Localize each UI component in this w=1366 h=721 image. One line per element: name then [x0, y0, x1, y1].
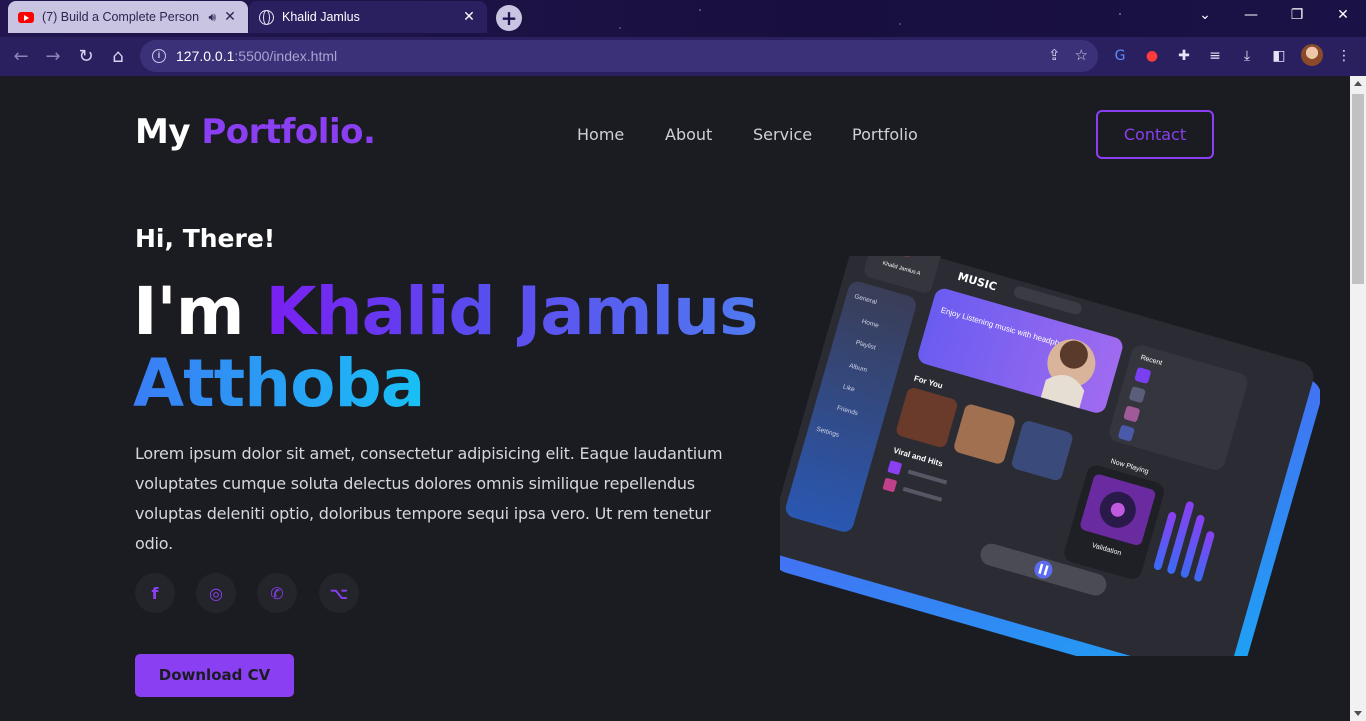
menu-kebab-icon[interactable]: ⋮: [1334, 46, 1354, 66]
nav-portfolio[interactable]: Portfolio: [852, 125, 918, 144]
hero-greeting: Hi, There!: [135, 224, 276, 253]
github-icon[interactable]: ⌥: [319, 573, 359, 613]
tab-search-icon[interactable]: ⌄: [1182, 0, 1228, 30]
speaker-icon[interactable]: 🔊︎: [208, 10, 216, 25]
media-queue-icon[interactable]: ≡: [1205, 46, 1225, 66]
new-tab-button[interactable]: +: [496, 5, 522, 31]
browser-tab-strip: (7) Build a Complete Person 🔊︎ ✕ Khalid …: [0, 0, 1366, 37]
url-host: 127.0.0.1: [176, 48, 235, 64]
logo-main-text: My: [135, 112, 191, 152]
minimize-button[interactable]: —: [1228, 0, 1274, 30]
back-icon[interactable]: ←: [8, 44, 34, 70]
browser-toolbar: ← → ↻ ⌂ i 127.0.0.1:5500/index.html ⇪ ☆ …: [0, 37, 1366, 76]
scrollbar-thumb[interactable]: [1352, 94, 1364, 284]
logo-accent-text: Portfolio.: [201, 112, 376, 152]
contact-button[interactable]: Contact: [1096, 110, 1214, 159]
nav-service[interactable]: Service: [753, 125, 812, 144]
nav-home[interactable]: Home: [577, 125, 624, 144]
page-scrollbar[interactable]: [1350, 76, 1366, 721]
close-tab-icon[interactable]: ✕: [222, 9, 238, 25]
record-extension-icon[interactable]: ●: [1142, 46, 1162, 66]
nav-about[interactable]: About: [665, 125, 712, 144]
scroll-up-icon[interactable]: [1354, 81, 1362, 86]
url-text: 127.0.0.1:5500/index.html: [176, 48, 337, 64]
site-logo[interactable]: My Portfolio.: [135, 112, 376, 152]
forward-icon[interactable]: →: [40, 44, 66, 70]
close-tab-icon[interactable]: ✕: [461, 9, 477, 25]
youtube-icon: [18, 11, 34, 23]
tab-title: (7) Build a Complete Person: [42, 10, 200, 24]
browser-tab-youtube[interactable]: (7) Build a Complete Person 🔊︎ ✕: [8, 1, 248, 33]
reload-icon[interactable]: ↻: [73, 44, 99, 70]
side-panel-icon[interactable]: ◧: [1269, 46, 1289, 66]
hero-im: I'm: [133, 273, 245, 350]
profile-avatar[interactable]: [1301, 44, 1323, 66]
instagram-icon[interactable]: ◎: [196, 573, 236, 613]
tab-title: Khalid Jamlus: [282, 10, 360, 24]
music-app-mockup-image: General Home Playlist Album Like Friends…: [780, 256, 1320, 656]
share-icon[interactable]: ⇪: [1048, 46, 1061, 64]
site-info-icon[interactable]: i: [152, 49, 166, 63]
address-bar[interactable]: i 127.0.0.1:5500/index.html ⇪ ☆: [140, 40, 1098, 72]
scroll-down-icon[interactable]: [1354, 711, 1362, 716]
hero-bio: Lorem ipsum dolor sit amet, consectetur …: [135, 444, 723, 553]
hero-name-last: Atthoba: [133, 345, 425, 422]
hero-headline: I'm Khalid Jamlus Atthoba: [133, 273, 759, 422]
hero-name-middle: Jamlus: [516, 273, 759, 350]
portfolio-page: My Portfolio. Home About Service Portfol…: [0, 76, 1350, 721]
hero-name-first: Khalid: [265, 273, 496, 350]
download-cv-button[interactable]: Download CV: [135, 654, 294, 697]
whatsapp-icon[interactable]: ✆: [257, 573, 297, 613]
translate-extension-icon[interactable]: G: [1110, 46, 1130, 66]
url-path: :5500/index.html: [234, 48, 338, 64]
globe-icon: [259, 9, 274, 25]
download-icon[interactable]: ⤓: [1237, 46, 1257, 66]
facebook-icon[interactable]: f: [135, 573, 175, 613]
home-icon[interactable]: ⌂: [105, 44, 131, 70]
close-window-button[interactable]: ✕: [1320, 0, 1366, 30]
restore-button[interactable]: ❐: [1274, 0, 1320, 30]
bookmark-star-icon[interactable]: ☆: [1075, 46, 1088, 64]
browser-tab-portfolio[interactable]: Khalid Jamlus ✕: [249, 1, 487, 33]
extensions-puzzle-icon[interactable]: ✚: [1174, 46, 1194, 66]
